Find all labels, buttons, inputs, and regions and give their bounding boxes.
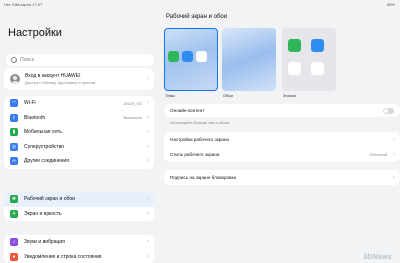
bluetooth-icon: ᛒ — [10, 113, 18, 122]
sidebar-item-bluetooth[interactable]: ᛒ Bluetooth Включено › — [4, 111, 154, 126]
sidebar-item-other-connections[interactable]: ∞ Другие соединения › — [4, 154, 154, 169]
sidebar-item-label: Мобильная сеть — [24, 129, 62, 136]
online-content-card: Онлайн-контент — [164, 104, 400, 117]
sidebar-item-label: Экран и яркость — [24, 210, 62, 217]
online-content-toggle[interactable] — [383, 107, 394, 114]
display-group: ❀ Рабочий экран и обои › ☀ Экран и яркос… — [4, 192, 154, 221]
avatar — [10, 74, 20, 84]
brightness-icon: ☀ — [10, 209, 18, 218]
status-bar: Нет SIM-карты 17:07 65% — [0, 0, 400, 9]
chevron-right-icon: › — [147, 114, 149, 121]
chevron-right-icon: › — [393, 174, 395, 181]
online-content-label: Онлайн-контент — [170, 108, 205, 113]
sidebar-item-label: Другие соединения — [24, 158, 69, 165]
sidebar-item-wifi[interactable]: ◠ Wi-Fi ASUS_5G › — [4, 96, 154, 111]
online-content-hint: Используйте больше тем и обоев. — [170, 121, 231, 125]
thumb-label-icons: Значки — [283, 93, 296, 98]
wifi-value: ASUS_5G — [123, 100, 142, 106]
gallery-app-icon — [288, 62, 301, 75]
chevron-right-icon: › — [147, 76, 149, 82]
chevron-right-icon: › — [147, 196, 149, 203]
home-screen-style-value: Обычный — [369, 152, 387, 157]
bluetooth-value: Включено — [123, 115, 142, 121]
home-screen-settings-row[interactable]: Настройки рабочего экрана › — [164, 132, 400, 147]
themes-thumbnail[interactable] — [164, 28, 218, 91]
camera-app-icon — [311, 62, 324, 75]
search-icon — [11, 57, 17, 63]
account-row[interactable]: Вход в аккаунт HUAWEI Доступ к Облаку, A… — [4, 68, 154, 90]
chevron-right-icon: › — [147, 210, 149, 217]
account-subtitle: Доступ к Облаку, AppGallery и прочим — [25, 80, 96, 85]
sidebar-item-home-screen-wallpaper[interactable]: ❀ Рабочий экран и обои › — [4, 192, 154, 207]
mobile-network-icon: ▮ — [10, 128, 18, 137]
chevron-right-icon: › — [147, 239, 149, 246]
messages-app-icon — [182, 51, 193, 62]
account-title: Вход в аккаунт HUAWEI — [25, 73, 81, 79]
phone-app-icon — [168, 51, 179, 62]
chevron-right-icon: › — [147, 143, 149, 150]
icons-thumbnail[interactable] — [282, 28, 336, 91]
status-left: Нет SIM-карты 17:07 — [4, 2, 43, 7]
sidebar-item-superdevice[interactable]: ◎ Суперустройство › — [4, 140, 154, 155]
sidebar-item-notifications[interactable]: ● Уведомления и строка состояния › — [4, 250, 154, 263]
wallpapers-thumbnail[interactable] — [222, 28, 276, 91]
battery-indicator: 65% — [386, 2, 395, 7]
chevron-right-icon: › — [147, 129, 149, 136]
thumb-label-themes: Темы — [165, 93, 176, 98]
sidebar-item-label: Уведомления и строка состояния — [24, 253, 102, 260]
sidebar-item-display-brightness[interactable]: ☀ Экран и яркость › — [4, 207, 154, 222]
watermark: 3DNews — [362, 254, 392, 261]
chevron-right-icon: › — [393, 136, 395, 143]
detail-title: Рабочий экран и обои — [166, 14, 228, 20]
sidebar-item-sounds-vibration[interactable]: ♪ Звуки и вибрация › — [4, 235, 154, 250]
detail-panel: Рабочий экран и обои Темы Обои Значки Он… — [160, 9, 400, 263]
sound-notification-group: ♪ Звуки и вибрация › ● Уведомления и стр… — [4, 235, 154, 263]
lock-screen-caption-label: Подпись на экране блокировки — [170, 175, 237, 180]
lock-screen-caption-row[interactable]: Подпись на экране блокировки › — [164, 170, 400, 185]
home-screen-settings-label: Настройки рабочего экрана — [170, 137, 229, 142]
notification-bell-icon: ● — [10, 252, 18, 261]
account-card[interactable]: Вход в аккаунт HUAWEI Доступ к Облаку, A… — [4, 68, 154, 90]
sidebar-item-mobile-network[interactable]: ▮ Мобильная сеть › — [4, 125, 154, 140]
superdevice-icon: ◎ — [10, 142, 18, 151]
messages-app-icon — [311, 39, 324, 52]
phone-app-icon — [288, 39, 301, 52]
sidebar-item-label: Рабочий экран и обои — [24, 196, 75, 203]
chevron-right-icon: › — [147, 100, 149, 107]
gallery-app-icon — [196, 51, 207, 62]
sidebar-item-label: Суперустройство — [24, 143, 65, 150]
sidebar-item-label: Wi-Fi — [24, 100, 36, 107]
settings-list-panel: Настройки Поиск Вход в аккаунт HUAWEI До… — [0, 9, 158, 263]
sidebar-item-label: Звуки и вибрация — [24, 239, 65, 246]
connectivity-group: ◠ Wi-Fi ASUS_5G › ᛒ Bluetooth Включено ›… — [4, 96, 154, 169]
link-icon: ∞ — [10, 157, 18, 166]
sidebar-item-label: Bluetooth — [24, 114, 46, 121]
page-title: Настройки — [8, 27, 62, 39]
thumb-label-wallpapers: Обои — [223, 93, 233, 98]
wifi-icon: ◠ — [10, 99, 18, 108]
home-screen-style-row[interactable]: Стиль рабочего экрана Обычный › — [164, 147, 400, 162]
search-placeholder: Поиск — [20, 57, 34, 63]
chevron-right-icon: › — [147, 158, 149, 165]
chevron-right-icon: › — [393, 151, 395, 158]
home-screen-settings-card: Настройки рабочего экрана › Стиль рабоче… — [164, 132, 400, 162]
search-input[interactable]: Поиск — [6, 54, 154, 66]
wallpaper-icon: ❀ — [10, 195, 18, 204]
speaker-icon: ♪ — [10, 238, 18, 247]
home-screen-style-label: Стиль рабочего экрана — [170, 152, 220, 157]
online-content-row[interactable]: Онлайн-контент — [164, 104, 400, 117]
theme-thumbnails: Темы Обои Значки — [164, 28, 398, 102]
chevron-right-icon: › — [147, 253, 149, 260]
lock-screen-card: Подпись на экране блокировки › — [164, 170, 400, 185]
